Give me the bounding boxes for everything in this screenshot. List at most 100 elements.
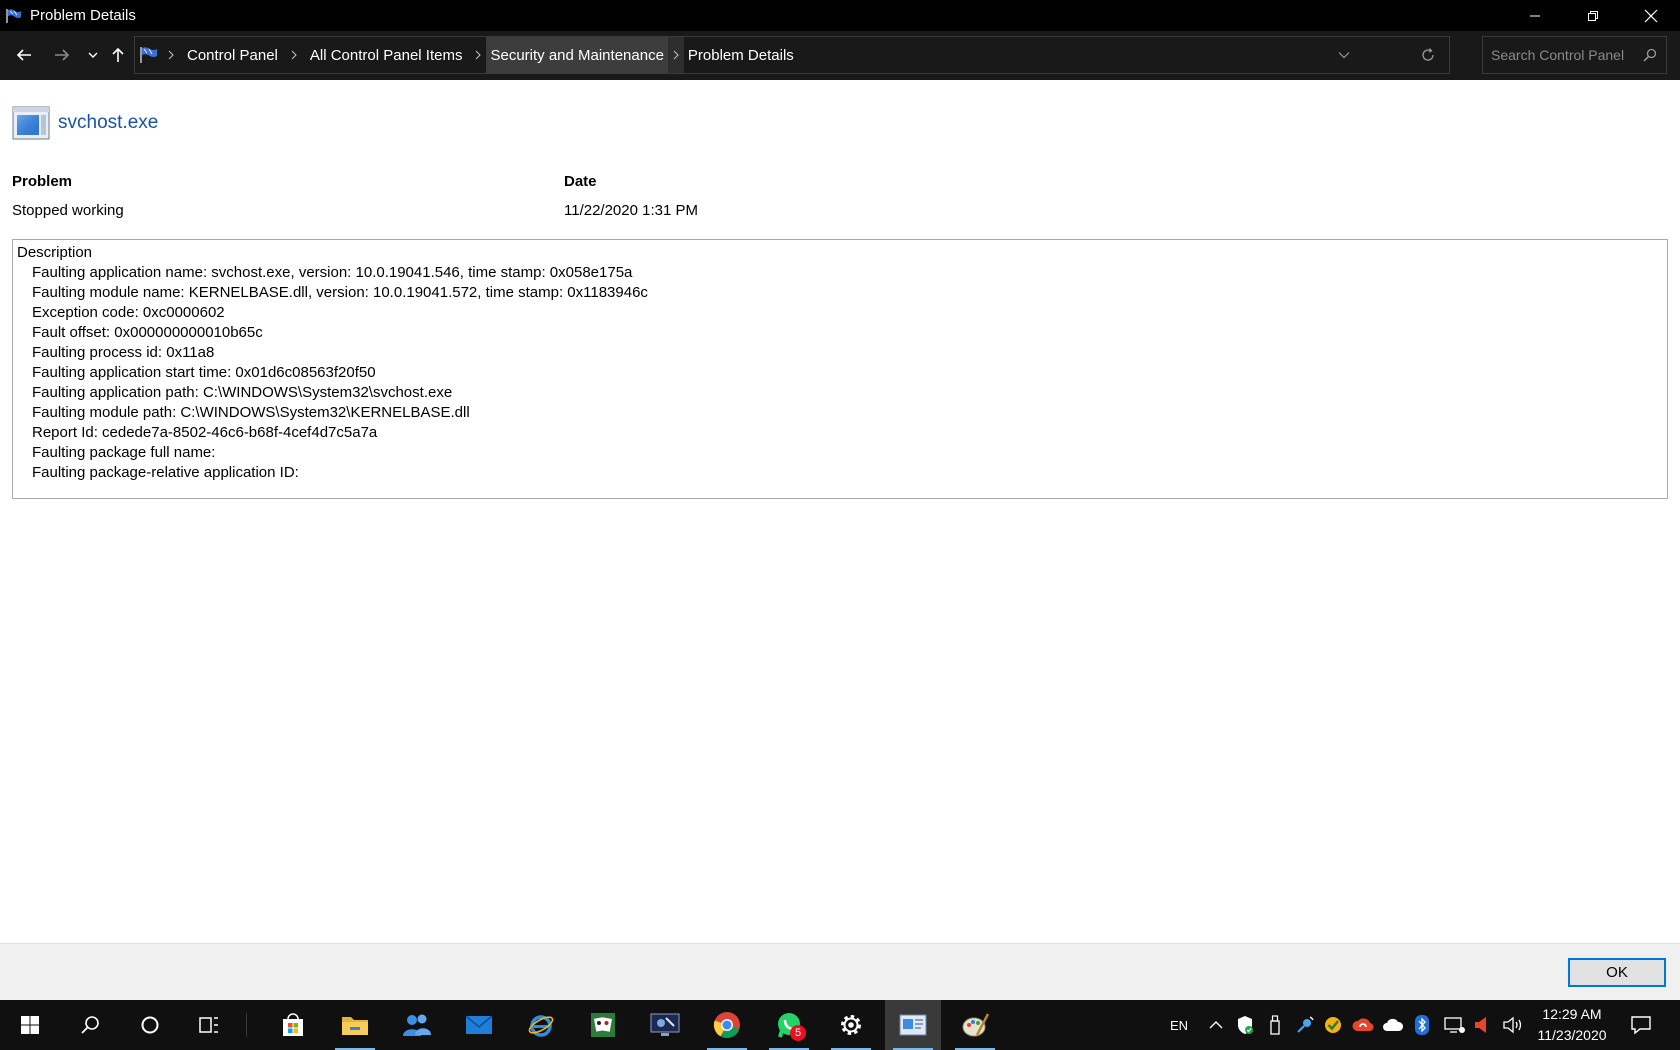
bluetooth-icon [1415, 1015, 1429, 1035]
taskbar-divider [246, 1013, 247, 1037]
volume-tray[interactable] [1500, 1000, 1526, 1050]
people-app[interactable] [389, 1000, 445, 1050]
start-button[interactable] [2, 1000, 58, 1050]
refresh-button[interactable] [1413, 37, 1443, 73]
solitaire-app[interactable] [575, 1000, 631, 1050]
creative-cloud-tray[interactable] [1351, 1000, 1375, 1050]
refresh-icon [1422, 48, 1434, 61]
usb-device-tray[interactable] [1263, 1000, 1287, 1050]
title-bar: Problem Details [0, 0, 1680, 31]
paint-app[interactable] [947, 1000, 1003, 1050]
show-hidden-icons-button[interactable] [1204, 1000, 1228, 1050]
address-history-button[interactable] [1331, 37, 1357, 73]
forward-button[interactable] [48, 41, 76, 69]
onedrive-tray[interactable] [1381, 1000, 1405, 1050]
check-badge-icon [1325, 1017, 1341, 1033]
breadcrumb-control-panel[interactable]: Control Panel [179, 37, 286, 73]
description-title: Description [17, 244, 93, 261]
action-center-button[interactable] [1626, 1000, 1656, 1050]
description-box: Description Faulting application name: s… [12, 239, 1668, 499]
breadcrumb-separator[interactable] [470, 37, 486, 73]
taskbar-clock[interactable]: 12:29 AM 11/23/2020 [1528, 1004, 1616, 1046]
breadcrumb-problem-details[interactable]: Problem Details [684, 37, 798, 73]
breadcrumb-separator[interactable] [667, 37, 684, 73]
problem-value: Stopped working [12, 202, 124, 219]
chevron-down-icon [88, 52, 98, 58]
network-ethernet-icon [1444, 1017, 1465, 1033]
breadcrumb-security-and-maintenance[interactable]: Security and Maintenance [486, 37, 668, 73]
description-line: Exception code: 0xc0000602 [32, 304, 225, 321]
language-indicator[interactable]: EN [1166, 1000, 1192, 1050]
chevron-right-icon [673, 50, 679, 60]
file-explorer-app[interactable] [327, 1000, 383, 1050]
description-line: Faulting module name: KERNELBASE.dll, ve… [32, 284, 648, 301]
address-flag-icon [135, 37, 163, 73]
search-input[interactable] [1491, 44, 1639, 66]
mail-envelope-icon [465, 1015, 493, 1034]
folder-icon [342, 1017, 368, 1035]
internet-explorer-icon [528, 1015, 554, 1037]
gear-icon [841, 1015, 861, 1035]
task-view-icon [199, 1017, 218, 1033]
usb-drive-icon [1270, 1015, 1280, 1035]
up-arrow-icon [112, 47, 124, 62]
search-box[interactable] [1482, 36, 1667, 74]
restore-button[interactable] [1564, 0, 1622, 31]
search-icon[interactable] [1640, 45, 1660, 65]
recent-locations-button[interactable] [84, 41, 102, 69]
up-button[interactable] [104, 41, 132, 69]
window-title: Problem Details [30, 7, 136, 24]
date-header: Date [564, 173, 597, 190]
media-app[interactable] [637, 1000, 693, 1050]
ok-button[interactable]: OK [1568, 958, 1666, 987]
task-view-button[interactable] [181, 1000, 237, 1050]
chevron-up-icon [1209, 1021, 1223, 1029]
chrome-app[interactable] [699, 1000, 755, 1050]
navigation-bar: Control Panel All Control Panel Items Se… [0, 31, 1680, 80]
control-panel-icon [899, 1014, 927, 1036]
control-panel-app[interactable] [885, 1000, 941, 1050]
app-header: svchost.exe [12, 106, 158, 140]
cortana-circle-icon [141, 1016, 159, 1034]
whatsapp-app[interactable]: 5 [761, 1000, 817, 1050]
settings-app[interactable] [823, 1000, 879, 1050]
close-button[interactable] [1622, 0, 1680, 31]
network-utility-tray[interactable] [1293, 1000, 1317, 1050]
network-tray[interactable] [1441, 1000, 1467, 1050]
onedrive-cloud-icon [1383, 1018, 1404, 1031]
address-bar[interactable]: Control Panel All Control Panel Items Se… [134, 36, 1450, 74]
notification-icon [1631, 1016, 1651, 1035]
search-icon [81, 1016, 99, 1034]
description-line: Faulting module path: C:\WINDOWS\System3… [32, 404, 470, 421]
breadcrumb-all-control-panel-items[interactable]: All Control Panel Items [302, 37, 471, 73]
cortana-button[interactable] [122, 1000, 178, 1050]
chevron-down-icon [1338, 52, 1350, 59]
description-line: Fault offset: 0x000000000010b65c [32, 324, 263, 341]
store-app[interactable] [265, 1000, 321, 1050]
notification-badge: 5 [790, 1025, 806, 1041]
mail-app[interactable] [451, 1000, 507, 1050]
solitaire-cards-icon [591, 1013, 615, 1037]
minimize-button[interactable] [1506, 0, 1564, 31]
paint-palette-icon [962, 1013, 989, 1037]
internet-explorer-app[interactable] [513, 1000, 569, 1050]
description-line: Faulting process id: 0x11a8 [32, 344, 215, 361]
date-value: 11/22/2020 1:31 PM [564, 202, 698, 219]
dialog-footer: OK [0, 943, 1680, 1000]
windows-security-tray[interactable] [1233, 1000, 1257, 1050]
back-button[interactable] [10, 41, 38, 69]
chrome-icon [713, 1012, 740, 1039]
description-line: Faulting application name: svchost.exe, … [32, 264, 633, 281]
speaker-alert-icon [1475, 1017, 1486, 1033]
application-window-icon [12, 106, 50, 140]
description-line: Faulting application start time: 0x01d6c… [32, 364, 376, 381]
windows-logo-icon [21, 1016, 39, 1034]
forward-arrow-icon [55, 49, 70, 61]
bluetooth-tray[interactable] [1412, 1000, 1432, 1050]
chevron-right-icon [168, 50, 174, 60]
breadcrumb-separator[interactable] [163, 37, 179, 73]
power-alert-tray[interactable] [1470, 1000, 1492, 1050]
search-taskbar-button[interactable] [62, 1000, 118, 1050]
breadcrumb-separator[interactable] [286, 37, 302, 73]
update-checker-tray[interactable] [1321, 1000, 1345, 1050]
